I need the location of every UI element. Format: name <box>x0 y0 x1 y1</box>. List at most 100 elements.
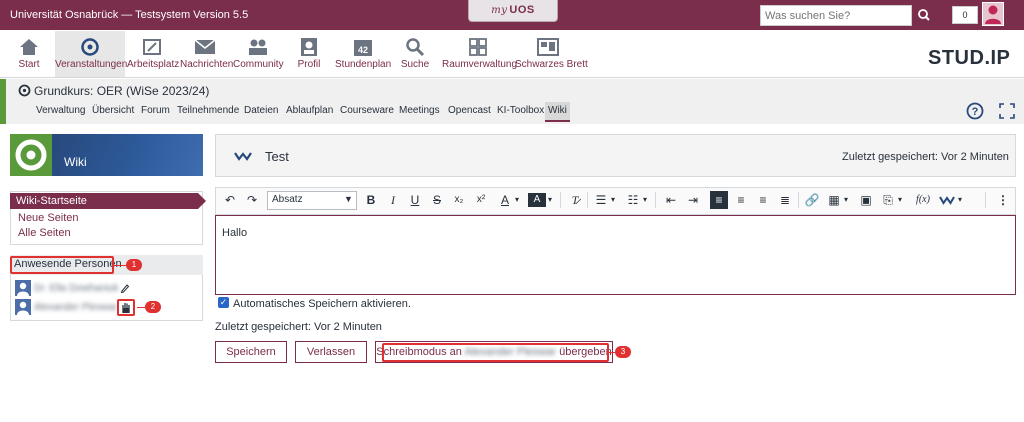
save-button[interactable]: Speichern <box>215 341 287 363</box>
nav-schwarzes-brett[interactable]: Schwarzes Brett <box>515 31 588 77</box>
superscript-icon[interactable]: x² <box>472 191 490 209</box>
subscript-icon[interactable]: x₂ <box>450 191 468 209</box>
saved-status-bottom: Zuletzt gespeichert: Vor 2 Minuten <box>215 321 382 333</box>
autosave-label: Automatisches Speichern aktivieren. <box>233 298 411 310</box>
chevron-down-icon[interactable]: ▾ <box>548 195 552 204</box>
person-name[interactable]: Dr. Ella Dowhaniuk <box>34 283 118 294</box>
step-badge: 3 <box>615 346 631 358</box>
course-icon <box>18 84 31 97</box>
bold-icon[interactable]: B <box>362 191 380 209</box>
insert-file-icon[interactable]: ⎘ <box>879 191 897 209</box>
schedule-icon: 42 <box>353 40 372 56</box>
tab-verwaltung[interactable]: Verwaltung <box>33 102 88 122</box>
sidebar-title: Wiki <box>64 155 87 169</box>
step-badge: 1 <box>126 259 142 271</box>
home-icon <box>20 39 38 55</box>
chevron-down-icon[interactable]: ▾ <box>898 195 902 204</box>
undo-icon[interactable]: ↶ <box>221 191 239 209</box>
global-search-input[interactable] <box>760 5 912 26</box>
chevron-down-icon[interactable]: ▾ <box>515 195 519 204</box>
highlight-box <box>10 256 114 274</box>
tab-dateien[interactable]: Dateien <box>241 102 281 122</box>
toolbar-divider <box>798 192 799 208</box>
chevron-down-icon[interactable]: ▾ <box>611 195 615 204</box>
tab-meetings[interactable]: Meetings <box>396 102 443 122</box>
table-icon[interactable]: ▦ <box>825 191 843 209</box>
tab-ablaufplan[interactable]: Ablaufplan <box>283 102 336 122</box>
chevron-down-icon[interactable]: ▾ <box>844 195 848 204</box>
active-item-arrow <box>198 193 206 209</box>
step-badge: 2 <box>145 301 161 313</box>
pencil-icon <box>120 284 130 293</box>
chevron-down-icon[interactable]: ▾ <box>958 195 962 204</box>
nav-profil[interactable]: Profil <box>291 31 327 77</box>
course-title: Grundkurs: OER (WiSe 2023/24) <box>34 84 210 98</box>
nav-start[interactable]: Start <box>10 31 48 77</box>
help-icon[interactable]: ? <box>966 102 984 120</box>
nav-label: Raumverwaltung <box>442 59 518 70</box>
wiki-editor[interactable] <box>215 215 1016 295</box>
tab-forum[interactable]: Forum <box>138 102 173 122</box>
tab-teilnehmende[interactable]: Teilnehmende <box>174 102 242 122</box>
background-color-icon[interactable]: A <box>528 193 546 207</box>
logo-prefix: my <box>491 5 508 16</box>
font-color-icon[interactable]: A <box>496 191 514 209</box>
search-icon[interactable] <box>913 6 935 25</box>
tab-ki-toolbox[interactable]: KI-Toolbox <box>494 102 547 122</box>
more-icon[interactable]: ⋮ <box>994 191 1012 209</box>
fullscreen-icon[interactable] <box>999 103 1015 119</box>
studip-logo[interactable]: STUD.IP <box>928 47 1010 70</box>
chevron-down-icon[interactable]: ▾ <box>643 195 647 204</box>
nav-label: Veranstaltungen <box>55 59 128 70</box>
nav-stundenplan[interactable]: 42 Stundenplan <box>335 31 392 77</box>
italic-icon[interactable]: I <box>384 191 402 209</box>
remove-format-icon[interactable]: T̷ <box>566 191 584 209</box>
avatar[interactable] <box>982 2 1004 26</box>
strikethrough-icon[interactable]: S <box>428 191 446 209</box>
tab-wiki[interactable]: Wiki <box>545 102 570 122</box>
person-name[interactable]: Alexander Pleswar <box>34 302 117 313</box>
raise-hand-icon[interactable] <box>117 299 135 316</box>
underline-icon[interactable]: U <box>406 191 424 209</box>
indent-icon[interactable]: ⇥ <box>684 191 702 209</box>
sidebar-item-wiki-startseite[interactable]: Wiki-Startseite <box>10 193 198 209</box>
sidebar-item-alle-seiten[interactable]: Alle Seiten <box>18 227 71 239</box>
presence-list <box>10 275 203 321</box>
image-icon[interactable]: ▣ <box>857 191 875 209</box>
autosave-checkbox[interactable]: ✓ <box>218 297 229 308</box>
editor-content[interactable]: Hallo <box>222 227 247 239</box>
tab-opencast[interactable]: Opencast <box>445 102 494 122</box>
formula-icon[interactable]: f(x) <box>912 191 934 209</box>
notification-counter[interactable]: 0 <box>952 6 978 24</box>
leave-button[interactable]: Verlassen <box>295 341 367 363</box>
myuos-logo[interactable]: my UOS <box>468 0 558 22</box>
align-center-icon[interactable]: ≡ <box>732 191 750 209</box>
nav-label: Nachrichten <box>180 59 234 70</box>
sidebar-item-neue-seiten[interactable]: Neue Seiten <box>18 212 79 224</box>
badge-connector <box>114 265 126 266</box>
outdent-icon[interactable]: ⇤ <box>662 191 680 209</box>
align-justify-icon[interactable]: ≣ <box>776 191 794 209</box>
wiki-icon <box>234 152 252 161</box>
nav-suche[interactable]: Suche <box>397 31 433 77</box>
nav-community[interactable]: Community <box>233 31 284 77</box>
nav-veranstaltungen[interactable]: Veranstaltungen <box>55 31 128 77</box>
wiki-page-title: Test <box>265 149 289 164</box>
link-icon[interactable]: 🔗 <box>803 191 821 209</box>
align-left-icon[interactable]: ≡ <box>710 191 728 209</box>
room-icon <box>469 38 487 56</box>
tab-courseware[interactable]: Courseware <box>337 102 397 122</box>
nav-arbeitsplatz[interactable]: Arbeitsplatz <box>127 31 179 77</box>
tab-uebersicht[interactable]: Übersicht <box>89 102 137 122</box>
nav-label: Schwarzes Brett <box>515 59 588 70</box>
nav-label: Stundenplan <box>335 59 392 70</box>
numbered-list-icon[interactable]: ☷ <box>624 191 642 209</box>
nav-nachrichten[interactable]: Nachrichten <box>180 31 234 77</box>
nav-label: Profil <box>297 59 321 70</box>
svg-text:42: 42 <box>357 45 367 55</box>
wiki-link-icon[interactable] <box>938 191 956 209</box>
bulleted-list-icon[interactable]: ☰ <box>592 191 610 209</box>
nav-raumverwaltung[interactable]: Raumverwaltung <box>442 31 518 77</box>
align-right-icon[interactable]: ≡ <box>754 191 772 209</box>
redo-icon[interactable]: ↷ <box>243 191 261 209</box>
